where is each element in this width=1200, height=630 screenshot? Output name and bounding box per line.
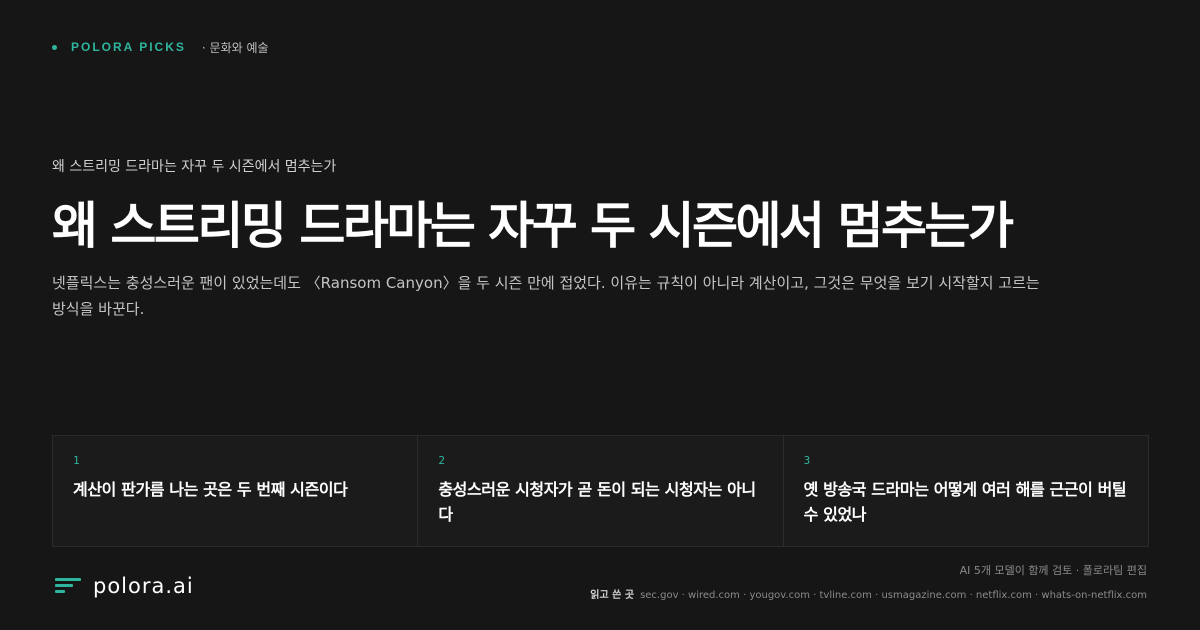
brand-label[interactable]: POLORA PICKS bbox=[71, 40, 186, 54]
key-point-number: 2 bbox=[438, 454, 445, 467]
topbar: POLORA PICKS · 문화와 예술 bbox=[52, 39, 269, 55]
polora-logo-icon bbox=[55, 576, 83, 596]
key-point-card[interactable]: 3 옛 방송국 드라마는 어떻게 여러 해를 근근이 버틸 수 있었나 bbox=[784, 436, 1148, 546]
key-point-card[interactable]: 1 계산이 판가름 나는 곳은 두 번째 시즌이다 bbox=[53, 436, 419, 546]
article-kicker: 왜 스트리밍 드라마는 자꾸 두 시즌에서 멈추는가 bbox=[52, 159, 337, 175]
key-points: 1 계산이 판가름 나는 곳은 두 번째 시즌이다 2 충성스러운 시청자가 곧… bbox=[52, 435, 1149, 547]
review-note: AI 5개 모델이 함께 검토 · 폴로라팀 편집 bbox=[959, 564, 1147, 577]
key-point-title: 계산이 판가름 나는 곳은 두 번째 시즌이다 bbox=[73, 480, 348, 499]
sources-line: 읽고 쓴 곳 sec.gov · wired.com · yougov.com ·… bbox=[590, 586, 1147, 601]
article-dek: 넷플릭스는 충성스러운 팬이 있었는데도 〈Ransom Canyon〉을 두 … bbox=[52, 274, 1040, 318]
key-point-title: 옛 방송국 드라마는 어떻게 여러 해를 근근이 버틸 수 있었나 bbox=[803, 480, 1127, 524]
sources-list: sec.gov · wired.com · yougov.com · tvlin… bbox=[640, 590, 1147, 601]
section-label[interactable]: · 문화와 예술 bbox=[202, 39, 269, 56]
sources-label: 읽고 쓴 곳 bbox=[590, 590, 635, 601]
key-point-title: 충성스러운 시청자가 곧 돈이 되는 시청자는 아니다 bbox=[438, 480, 756, 524]
key-point-number: 1 bbox=[73, 454, 80, 467]
key-point-number: 3 bbox=[803, 454, 811, 467]
key-point-card[interactable]: 2 충성스러운 시청자가 곧 돈이 되는 시청자는 아니다 bbox=[418, 436, 784, 546]
footer-logo[interactable]: polora.ai bbox=[55, 574, 194, 598]
credits: AI 5개 모델이 함께 검토 · 폴로라팀 편집 읽고 쓴 곳 sec.gov … bbox=[590, 562, 1147, 601]
brand-dot-icon bbox=[52, 44, 57, 50]
logo-text: polora.ai bbox=[93, 574, 194, 598]
article-headline: 왜 스트리밍 드라마는 자꾸 두 시즌에서 멈추는가 bbox=[52, 197, 1014, 255]
